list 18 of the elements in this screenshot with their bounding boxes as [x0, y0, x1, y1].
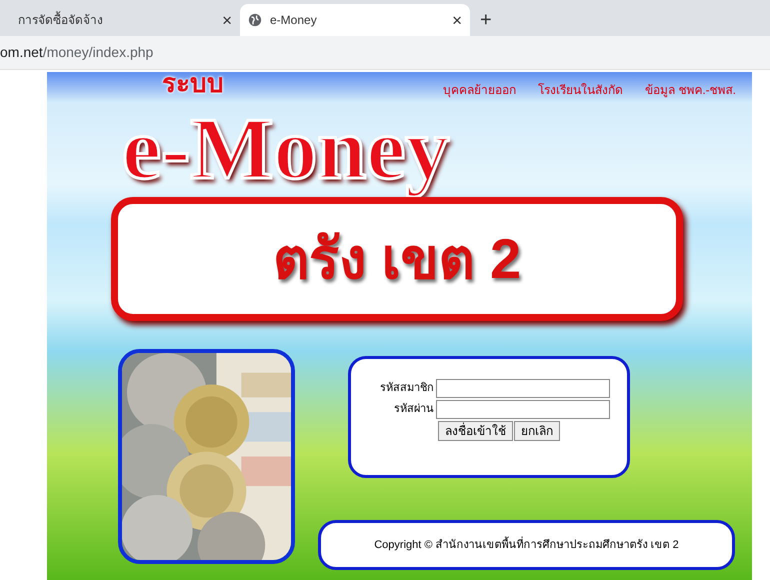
logo-title: e-Money	[122, 100, 450, 200]
new-tab-button[interactable]: +	[470, 4, 502, 36]
close-icon[interactable]: ×	[222, 12, 232, 28]
district-title: ตรัง เขต 2	[272, 226, 522, 292]
form-button[interactable]: ลงชื่อเข้าใช้	[438, 421, 513, 441]
field-label: รหัสสมาชิก	[379, 381, 435, 396]
copyright-text: Copyright © สำนักงานเขตพื้นที่การศึกษาประถมศึกษาตรัง เขต 2	[374, 536, 679, 553]
tab-title: e-Money	[270, 12, 318, 29]
address-bar[interactable]: om.net/money/index.php	[0, 36, 770, 70]
url-text: om.net/money/index.php	[0, 43, 154, 62]
form-button[interactable]: ยกเลิก	[514, 421, 560, 441]
input-field[interactable]	[436, 400, 610, 419]
tab-title: การจัดซื้อจัดจ้าง	[18, 11, 104, 29]
input-field[interactable]	[436, 379, 610, 398]
browser-tab[interactable]: e-Money ×	[240, 4, 470, 36]
browser-tab[interactable]: การจัดซื้อจัดจ้าง ×	[10, 4, 240, 36]
close-icon[interactable]: ×	[452, 12, 462, 28]
field-label: รหัสผ่าน	[393, 402, 435, 418]
